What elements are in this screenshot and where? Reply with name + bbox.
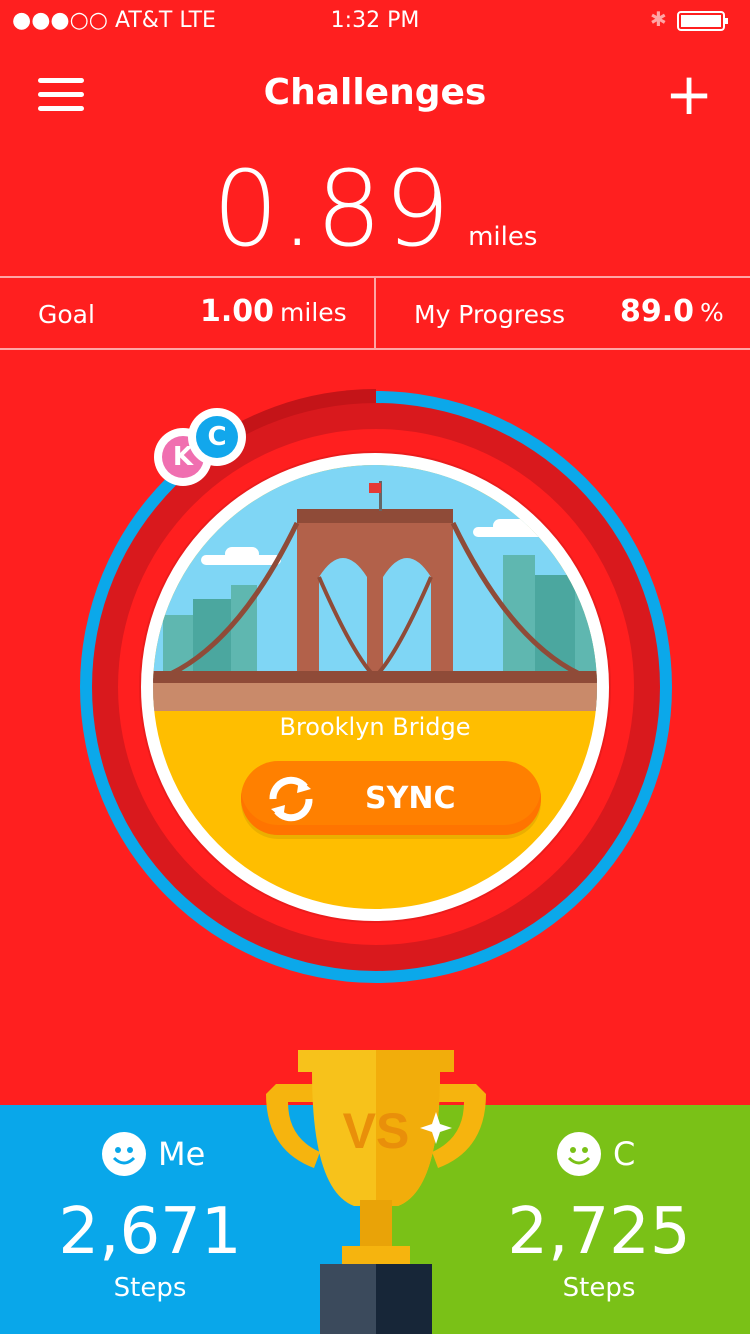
me-steps-value: 2,671 — [58, 1195, 242, 1269]
avatar-participant-c[interactable]: C — [188, 408, 246, 466]
smiley-face-icon — [102, 1132, 146, 1176]
me-name: Me — [158, 1135, 206, 1173]
distance-unit: miles — [468, 222, 538, 252]
versus-badge: VS — [343, 1103, 410, 1159]
add-challenge-button[interactable]: + — [664, 64, 714, 124]
opponent-steps-label: Steps — [562, 1273, 636, 1303]
smiley-face-icon — [557, 1132, 601, 1176]
progress-label: My Progress — [414, 300, 566, 329]
progress-number: 89.0 — [620, 294, 695, 329]
brooklyn-bridge-illustration — [153, 465, 597, 711]
distance-display: 0.89 miles — [0, 148, 750, 270]
status-bar: ●●●○○ AT&T LTE 1:32 PM ✱ — [0, 0, 750, 40]
opponent-name: C — [613, 1135, 636, 1173]
goal-number: 1.00 — [200, 294, 275, 329]
svg-text:✱: ✱ — [650, 8, 667, 31]
progress-value: 89.0% — [620, 294, 724, 329]
goal-value: 1.00 miles — [200, 294, 347, 329]
sync-button[interactable]: SYNC — [241, 761, 541, 835]
trophy-icon: VS — [266, 1050, 486, 1334]
progress-unit: % — [700, 298, 724, 327]
goal-label: Goal — [38, 300, 95, 329]
distance-value: 0.89 — [212, 148, 453, 270]
opponent-header: C — [557, 1131, 635, 1177]
me-header: Me — [102, 1131, 205, 1177]
plus-icon: + — [664, 60, 714, 128]
sync-label: SYNC — [365, 781, 456, 816]
navigation-bar: Challenges + — [0, 60, 750, 130]
battery-icon: ✱ — [650, 7, 728, 31]
landmark-card: Brooklyn Bridge SYNC — [141, 453, 609, 921]
avatar-initial-c: C — [196, 416, 238, 458]
goal-unit: miles — [280, 298, 347, 327]
opponent-steps-value: 2,725 — [507, 1195, 691, 1269]
status-time: 1:32 PM — [330, 8, 420, 33]
page-title: Challenges — [263, 72, 487, 113]
landmark-name: Brooklyn Bridge — [279, 713, 471, 741]
stat-divider — [374, 278, 376, 348]
status-icons: ✱ — [650, 7, 736, 38]
stats-row: Goal 1.00 miles My Progress 89.0% — [0, 276, 750, 350]
sync-icon — [269, 776, 313, 822]
me-steps-label: Steps — [113, 1273, 187, 1303]
